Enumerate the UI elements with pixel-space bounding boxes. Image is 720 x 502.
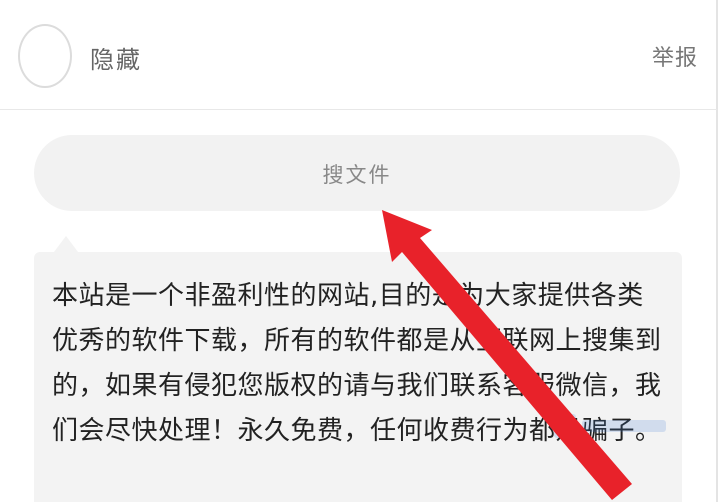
post-header: 隐藏 举报 [0, 0, 718, 110]
search-files-button[interactable]: 搜文件 [34, 135, 680, 211]
username[interactable]: 隐藏 [90, 40, 142, 75]
avatar[interactable] [18, 24, 72, 88]
watermark-logo [554, 414, 666, 438]
notice-bubble-tail [54, 236, 78, 252]
search-files-label: 搜文件 [322, 164, 392, 187]
report-button[interactable]: 举报 [652, 40, 698, 72]
screen: 隐藏 举报 搜文件 本站是一个非盈利性的网站,目的是为大家提供各类优秀的软件下载… [0, 0, 720, 502]
notice-bubble: 本站是一个非盈利性的网站,目的是为大家提供各类优秀的软件下载，所有的软件都是从互… [34, 252, 682, 502]
